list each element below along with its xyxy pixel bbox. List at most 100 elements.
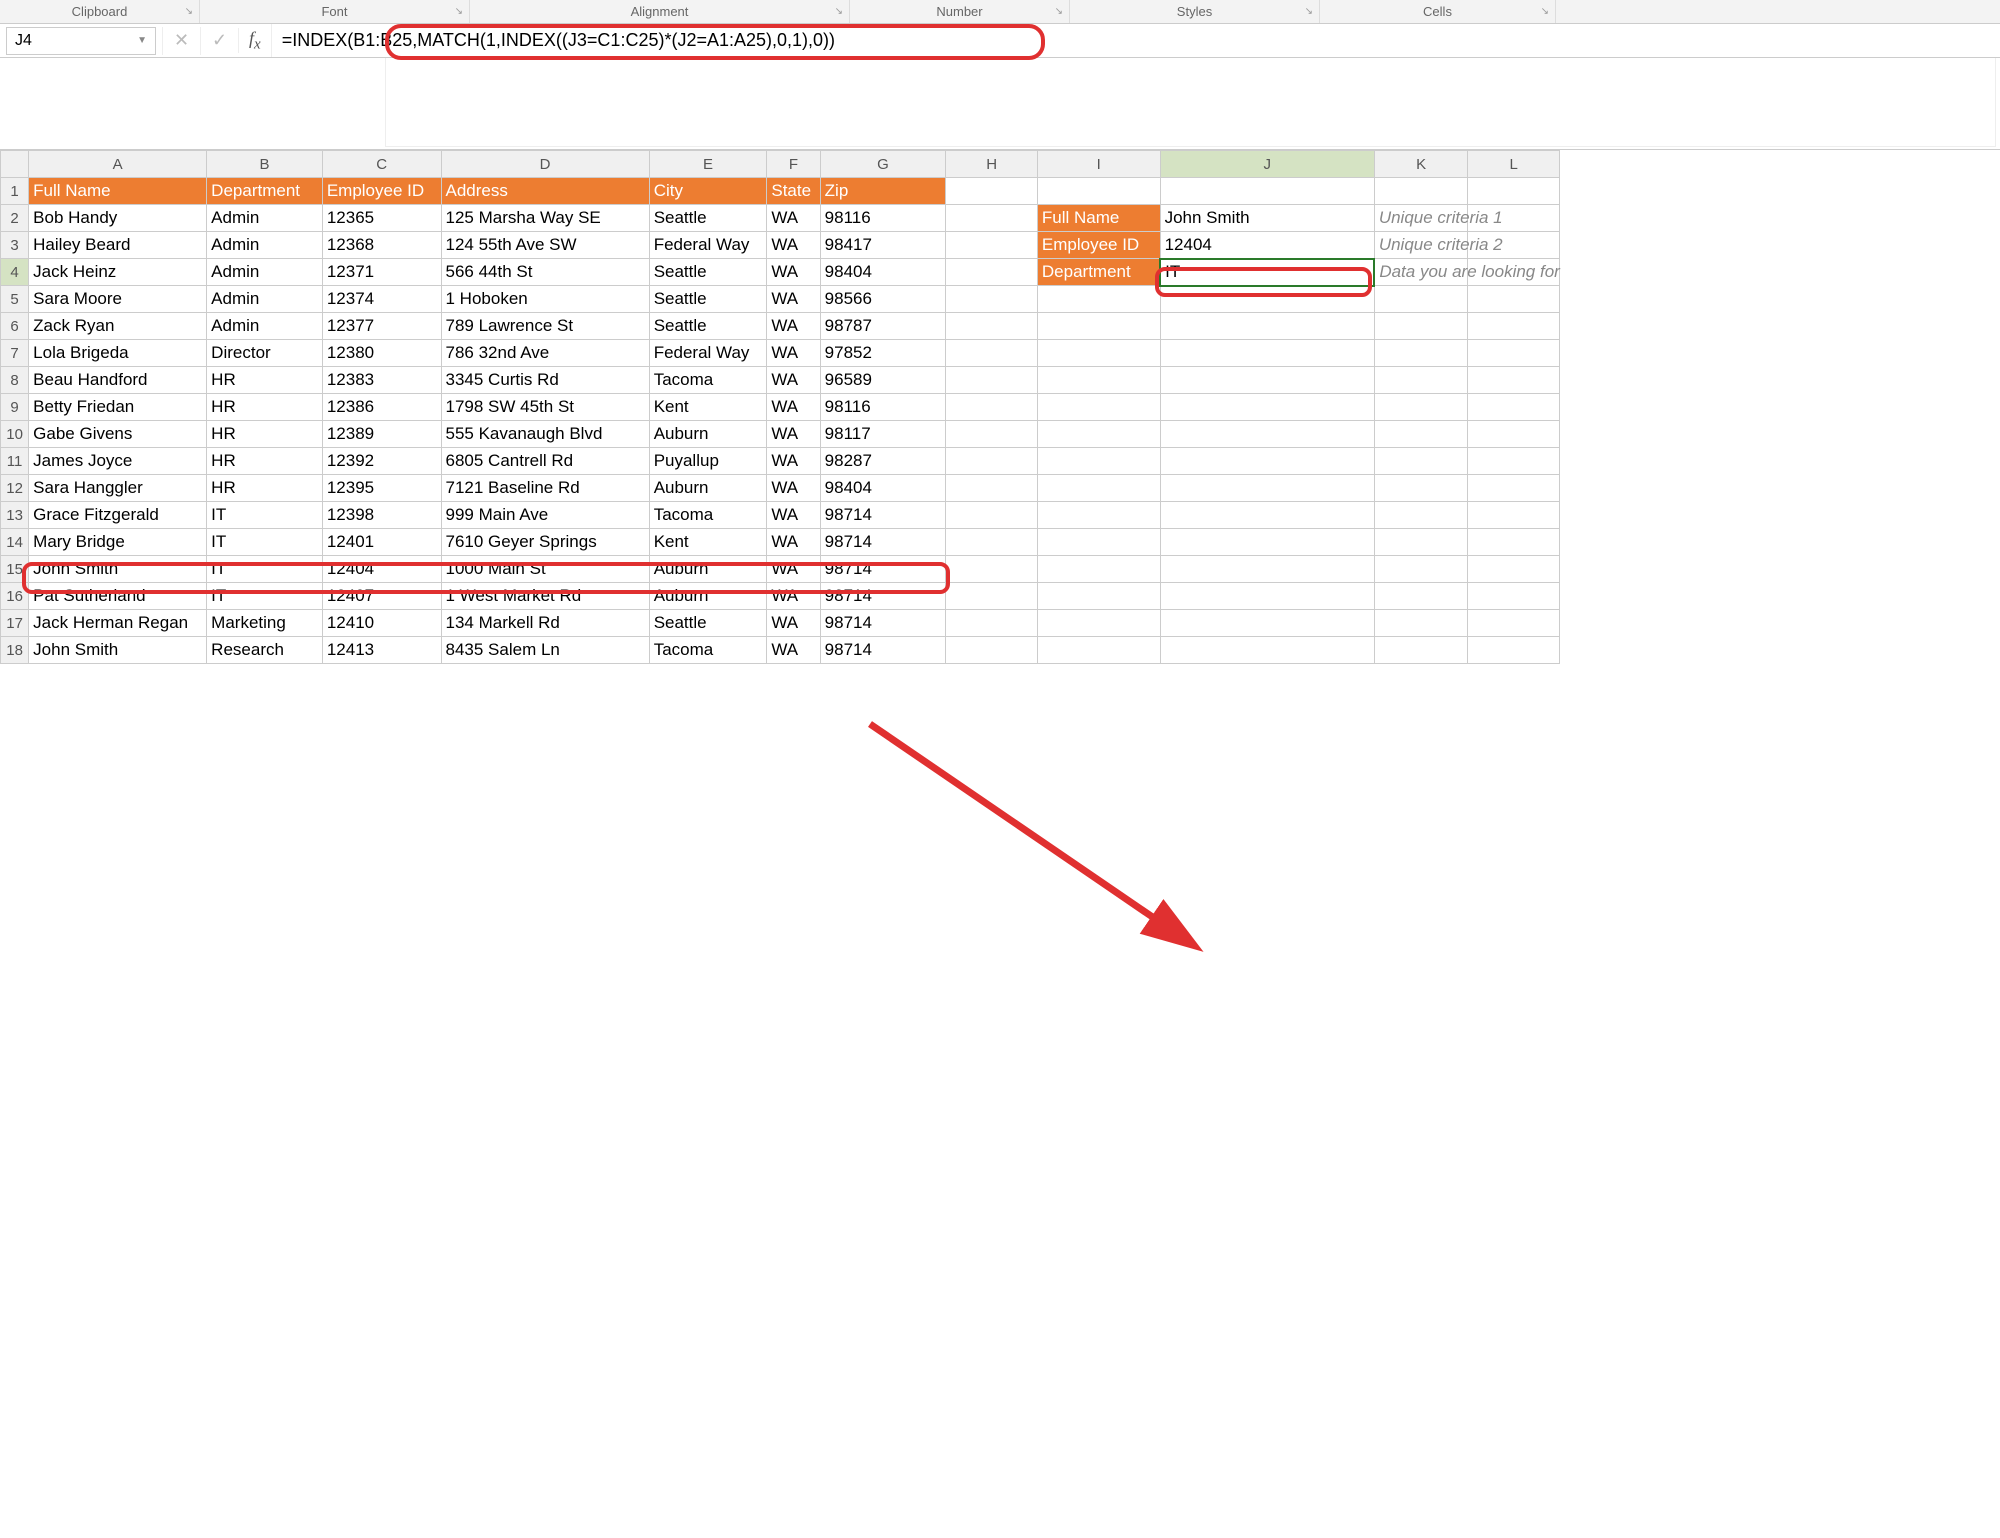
cell[interactable]: Tacoma [649, 367, 767, 394]
cell[interactable]: Pat Sutherland [29, 583, 207, 610]
cell[interactable]: WA [767, 610, 820, 637]
cell[interactable]: 12380 [322, 340, 441, 367]
cell[interactable]: Gabe Givens [29, 421, 207, 448]
cell[interactable]: Marketing [207, 610, 323, 637]
cell[interactable] [1160, 340, 1374, 367]
cell[interactable]: Seattle [649, 259, 767, 286]
row-header-14[interactable]: 14 [1, 529, 29, 556]
cell[interactable]: 12404 [322, 556, 441, 583]
cell[interactable] [1037, 340, 1160, 367]
cell[interactable]: Sara Hanggler [29, 475, 207, 502]
cell[interactable]: Director [207, 340, 323, 367]
row-header-6[interactable]: 6 [1, 313, 29, 340]
table-header-cell[interactable]: State [767, 178, 820, 205]
lookup-value[interactable]: IT [1160, 259, 1374, 286]
cell[interactable] [1037, 421, 1160, 448]
cell[interactable]: Seattle [649, 286, 767, 313]
cell[interactable]: Auburn [649, 556, 767, 583]
cell[interactable]: IT [207, 583, 323, 610]
cell[interactable] [1160, 178, 1374, 205]
cell[interactable] [1160, 583, 1374, 610]
cell[interactable] [1468, 448, 1560, 475]
table-header-cell[interactable]: City [649, 178, 767, 205]
cell[interactable]: Grace Fitzgerald [29, 502, 207, 529]
cell[interactable]: 12368 [322, 232, 441, 259]
cell[interactable]: 98287 [820, 448, 946, 475]
cell[interactable]: Admin [207, 313, 323, 340]
cell[interactable]: Sara Moore [29, 286, 207, 313]
cell[interactable]: WA [767, 259, 820, 286]
cell[interactable] [1037, 313, 1160, 340]
cell[interactable]: 12371 [322, 259, 441, 286]
cell[interactable] [946, 178, 1038, 205]
lookup-value[interactable]: John Smith [1160, 205, 1374, 232]
row-header-10[interactable]: 10 [1, 421, 29, 448]
dialog-launcher-icon[interactable]: ↘ [185, 6, 193, 17]
cell[interactable]: 789 Lawrence St [441, 313, 649, 340]
cell[interactable]: 98404 [820, 259, 946, 286]
cell[interactable]: WA [767, 637, 820, 664]
cell[interactable] [1374, 475, 1468, 502]
cell[interactable] [946, 367, 1038, 394]
cell[interactable]: IT [207, 502, 323, 529]
cell[interactable]: 98714 [820, 610, 946, 637]
cell[interactable] [1160, 502, 1374, 529]
cell[interactable]: Seattle [649, 610, 767, 637]
cell[interactable]: 98714 [820, 583, 946, 610]
cancel-formula-button[interactable]: ✕ [162, 27, 200, 55]
cell[interactable]: WA [767, 583, 820, 610]
cell[interactable] [1468, 394, 1560, 421]
cell[interactable] [1468, 502, 1560, 529]
cell[interactable] [1468, 421, 1560, 448]
cell[interactable]: 12374 [322, 286, 441, 313]
cell[interactable] [1374, 583, 1468, 610]
cell[interactable] [1160, 421, 1374, 448]
table-header-cell[interactable]: Employee ID [322, 178, 441, 205]
cell[interactable] [1468, 367, 1560, 394]
cell[interactable]: 12410 [322, 610, 441, 637]
cell[interactable]: Jack Heinz [29, 259, 207, 286]
cell[interactable] [1468, 313, 1560, 340]
cell[interactable]: 12407 [322, 583, 441, 610]
cell[interactable] [1468, 637, 1560, 664]
cell[interactable] [1374, 421, 1468, 448]
cell[interactable] [946, 556, 1038, 583]
cell[interactable]: John Smith [29, 556, 207, 583]
row-header-11[interactable]: 11 [1, 448, 29, 475]
cell[interactable]: HR [207, 448, 323, 475]
cell[interactable]: 12389 [322, 421, 441, 448]
cell[interactable]: 555 Kavanaugh Blvd [441, 421, 649, 448]
cell[interactable]: 98714 [820, 637, 946, 664]
dialog-launcher-icon[interactable]: ↘ [455, 6, 463, 17]
cell[interactable] [1468, 259, 1560, 286]
dialog-launcher-icon[interactable]: ↘ [1055, 6, 1063, 17]
cell[interactable] [1468, 610, 1560, 637]
row-header-18[interactable]: 18 [1, 637, 29, 664]
cell[interactable] [1160, 475, 1374, 502]
cell[interactable] [1374, 394, 1468, 421]
cell[interactable]: HR [207, 367, 323, 394]
ribbon-group-font[interactable]: Font↘ [200, 0, 470, 23]
cell[interactable]: 12386 [322, 394, 441, 421]
cell[interactable]: 1 West Market Rd [441, 583, 649, 610]
cell[interactable]: 6805 Cantrell Rd [441, 448, 649, 475]
cell[interactable]: Admin [207, 286, 323, 313]
cell[interactable]: Lola Brigeda [29, 340, 207, 367]
cell[interactable]: WA [767, 556, 820, 583]
cell[interactable] [946, 340, 1038, 367]
cell[interactable] [946, 313, 1038, 340]
row-header-2[interactable]: 2 [1, 205, 29, 232]
cell[interactable] [1160, 367, 1374, 394]
cell[interactable]: 124 55th Ave SW [441, 232, 649, 259]
row-header-1[interactable]: 1 [1, 178, 29, 205]
row-header-12[interactable]: 12 [1, 475, 29, 502]
cell[interactable]: IT [207, 529, 323, 556]
row-header-4[interactable]: 4 [1, 259, 29, 286]
cell[interactable]: 566 44th St [441, 259, 649, 286]
cell[interactable] [1468, 583, 1560, 610]
name-box-dropdown-icon[interactable]: ▼ [137, 35, 147, 46]
cell[interactable]: WA [767, 475, 820, 502]
cell[interactable]: 98714 [820, 502, 946, 529]
cell[interactable]: 98117 [820, 421, 946, 448]
cell[interactable]: Auburn [649, 475, 767, 502]
